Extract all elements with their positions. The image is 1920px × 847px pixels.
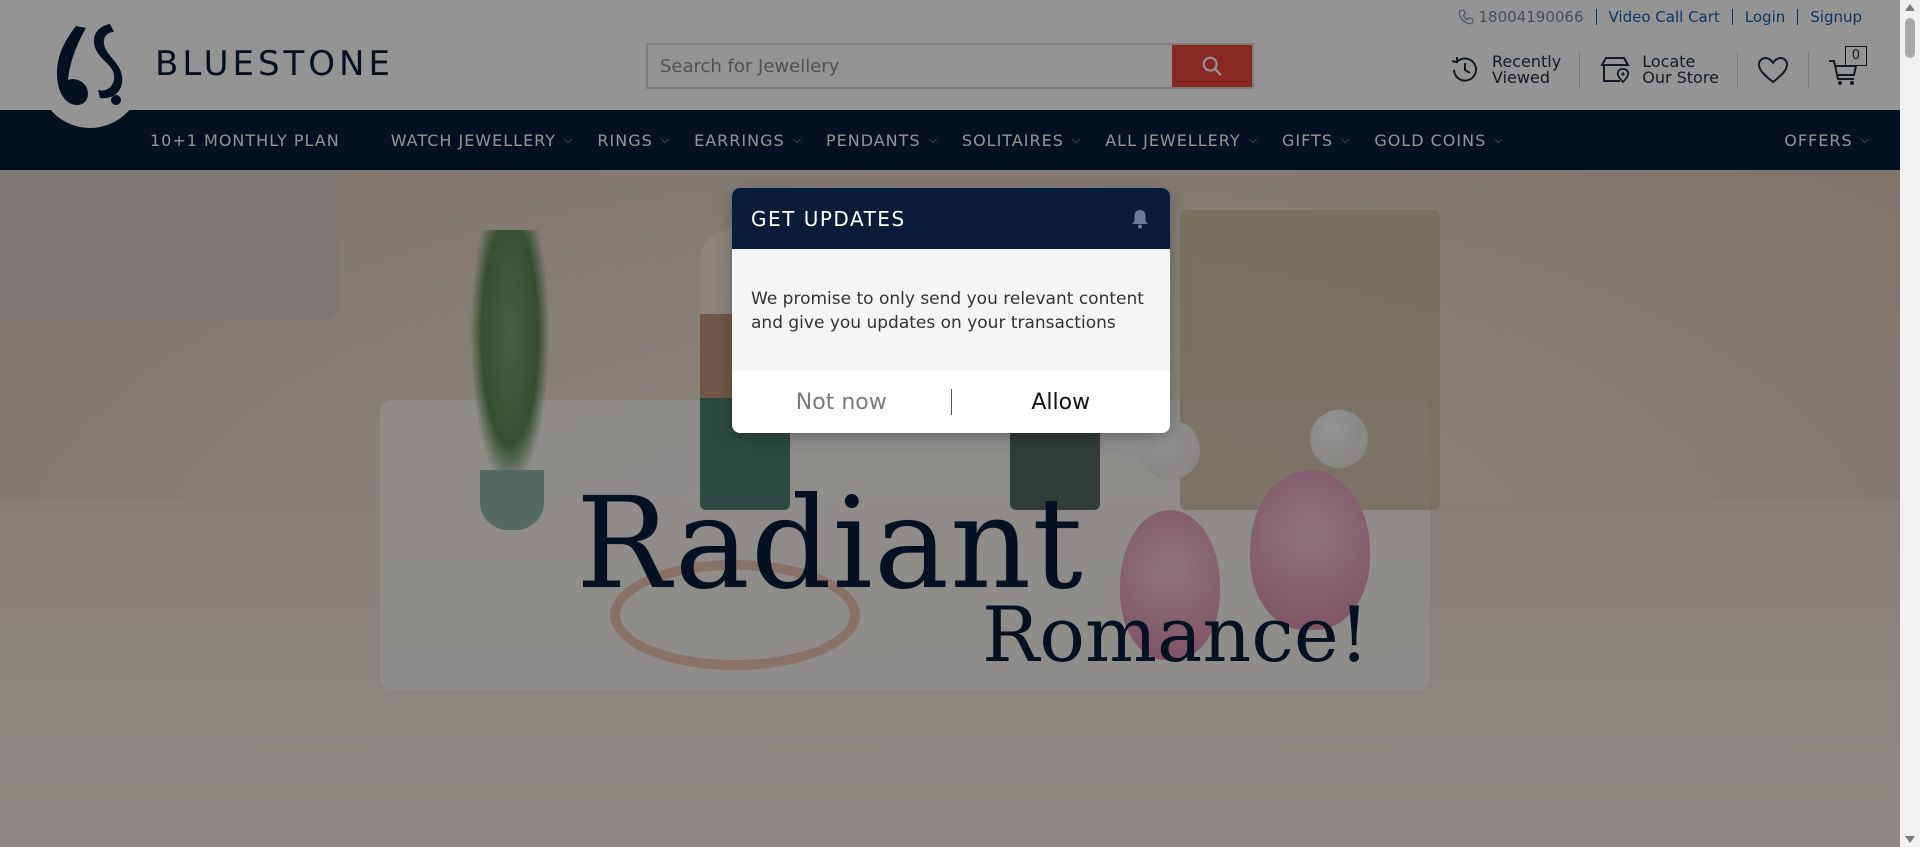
dialog-message: We promise to only send you relevant con… [732, 249, 1170, 371]
scroll-down-arrow-icon[interactable] [1905, 836, 1915, 843]
dialog-actions: Not now Allow [732, 371, 1170, 433]
scrollbar-thumb[interactable] [1905, 18, 1915, 58]
get-updates-dialog: GET UPDATES We promise to only send you … [732, 188, 1170, 433]
dialog-title: GET UPDATES [751, 206, 906, 231]
page-scrollbar[interactable] [1900, 0, 1920, 847]
scroll-up-arrow-icon[interactable] [1905, 4, 1915, 11]
bell-icon [1132, 209, 1148, 228]
not-now-button[interactable]: Not now [732, 390, 951, 415]
dialog-header: GET UPDATES [732, 188, 1170, 249]
allow-button[interactable]: Allow [952, 390, 1171, 415]
